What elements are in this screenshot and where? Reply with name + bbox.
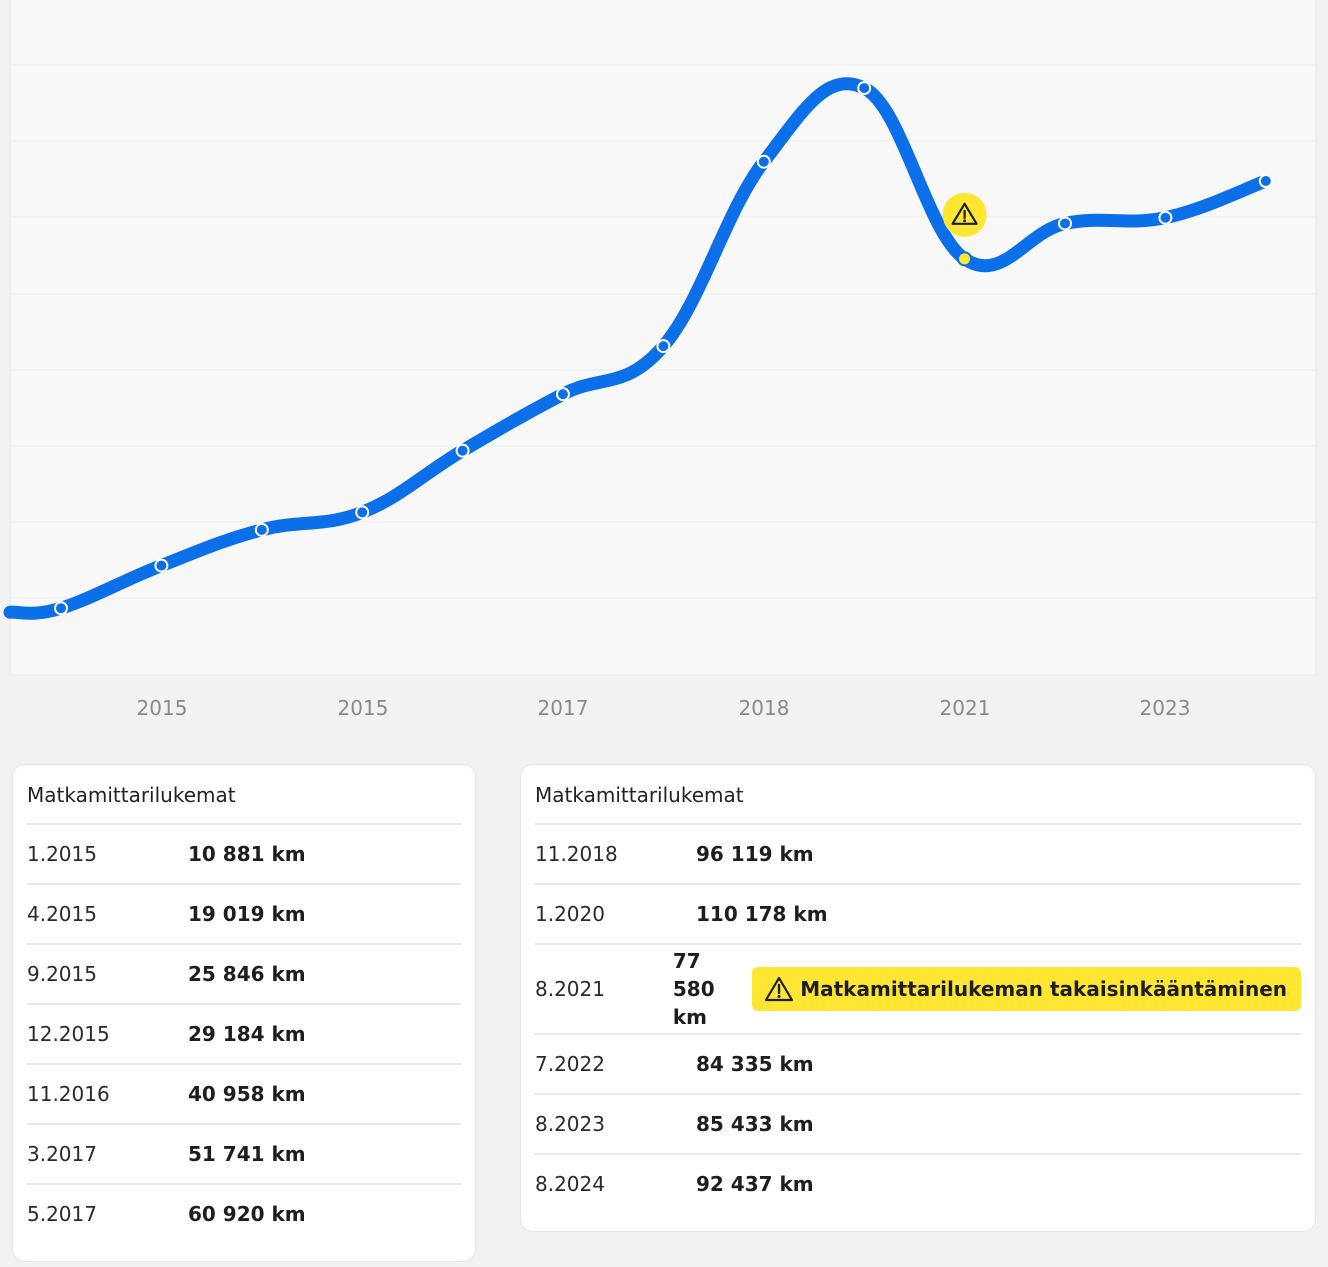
table-row-warning: 8.2021 77 580 km Matkamittarilukeman tak…	[535, 945, 1301, 1035]
rollback-warning-text: Matkamittarilukeman takaisinkääntäminen	[800, 977, 1287, 1001]
odometer-chart: 2015 2015 2017 2018 2021 2023	[0, 0, 1328, 740]
reading-date: 11.2018	[535, 842, 618, 866]
reading-date: 8.2024	[535, 1172, 605, 1196]
table-title: Matkamittarilukemat	[27, 779, 461, 825]
table-row: 1.2020 110 178 km	[535, 885, 1301, 945]
x-tick-label: 2021	[940, 696, 991, 720]
data-point	[54, 601, 68, 616]
table-row: 5.2017 60 920 km	[27, 1185, 461, 1243]
table-rows-left: 1.2015 10 881 km 4.2015 19 019 km 9.2015…	[27, 825, 461, 1243]
reading-date: 8.2021	[535, 977, 605, 1001]
table-title: Matkamittarilukemat	[535, 779, 1301, 825]
data-point	[1058, 216, 1072, 231]
reading-km: 25 846 km	[188, 962, 306, 986]
warning-icon-dot	[963, 219, 966, 223]
reading-km: 84 335 km	[696, 1052, 814, 1076]
reading-km: 96 119 km	[696, 842, 814, 866]
reading-date: 1.2015	[27, 842, 97, 866]
reading-km: 51 741 km	[188, 1142, 306, 1166]
data-point	[1158, 210, 1173, 225]
odometer-table-left: Matkamittarilukemat 1.2015 10 881 km 4.2…	[13, 765, 475, 1261]
reading-date: 7.2022	[535, 1052, 605, 1076]
table-row: 12.2015 29 184 km	[27, 1005, 461, 1065]
data-point	[455, 443, 470, 458]
reading-km: 85 433 km	[696, 1112, 814, 1136]
table-rows-right: 11.2018 96 119 km 1.2020 110 178 km 8.20…	[535, 825, 1301, 1213]
table-row: 8.2023 85 433 km	[535, 1095, 1301, 1155]
x-tick-label: 2015	[338, 696, 389, 720]
data-point	[556, 387, 570, 402]
reading-date: 3.2017	[27, 1142, 97, 1166]
reading-km: 92 437 km	[696, 1172, 814, 1196]
data-point	[355, 505, 370, 520]
table-row: 9.2015 25 846 km	[27, 945, 461, 1005]
x-tick-label: 2023	[1140, 696, 1191, 720]
table-row: 3.2017 51 741 km	[27, 1125, 461, 1185]
reading-km: 10 881 km	[188, 842, 306, 866]
odometer-table-right: Matkamittarilukemat 11.2018 96 119 km 1.…	[521, 765, 1315, 1231]
reading-km: 77 580 km	[672, 949, 715, 1029]
table-row: 11.2016 40 958 km	[27, 1065, 461, 1125]
reading-date: 11.2016	[27, 1082, 110, 1106]
data-point	[1258, 174, 1273, 189]
reading-km: 40 958 km	[188, 1082, 306, 1106]
reading-date: 5.2017	[27, 1202, 97, 1226]
table-row: 1.2015 10 881 km	[27, 825, 461, 885]
reading-date: 12.2015	[27, 1022, 110, 1046]
table-row: 11.2018 96 119 km	[535, 825, 1301, 885]
table-row: 7.2022 84 335 km	[535, 1035, 1301, 1095]
data-point	[756, 154, 771, 169]
x-tick-label: 2018	[739, 696, 790, 720]
reading-km: 110 178 km	[696, 902, 828, 926]
table-row: 4.2015 19 019 km	[27, 885, 461, 945]
reading-date: 1.2020	[535, 902, 605, 926]
reading-km: 60 920 km	[188, 1202, 306, 1226]
data-point	[656, 339, 671, 354]
reading-km: 29 184 km	[188, 1022, 306, 1046]
data-point-warning	[957, 251, 973, 267]
data-point	[254, 522, 269, 537]
reading-km: 19 019 km	[188, 902, 306, 926]
x-tick-label: 2017	[538, 696, 589, 720]
table-row: 8.2024 92 437 km	[535, 1155, 1301, 1213]
data-point	[154, 558, 169, 573]
reading-date: 9.2015	[27, 962, 97, 986]
reading-date: 4.2015	[27, 902, 97, 926]
data-point	[857, 81, 872, 96]
rollback-warning-badge: Matkamittarilukeman takaisinkääntäminen	[752, 967, 1301, 1011]
x-tick-label: 2015	[137, 696, 188, 720]
reading-date: 8.2023	[535, 1112, 605, 1136]
odometer-chart-svg: 2015 2015 2017 2018 2021 2023	[3, 0, 1317, 720]
chart-warning-marker	[942, 192, 987, 237]
warning-triangle-icon	[765, 976, 794, 1002]
